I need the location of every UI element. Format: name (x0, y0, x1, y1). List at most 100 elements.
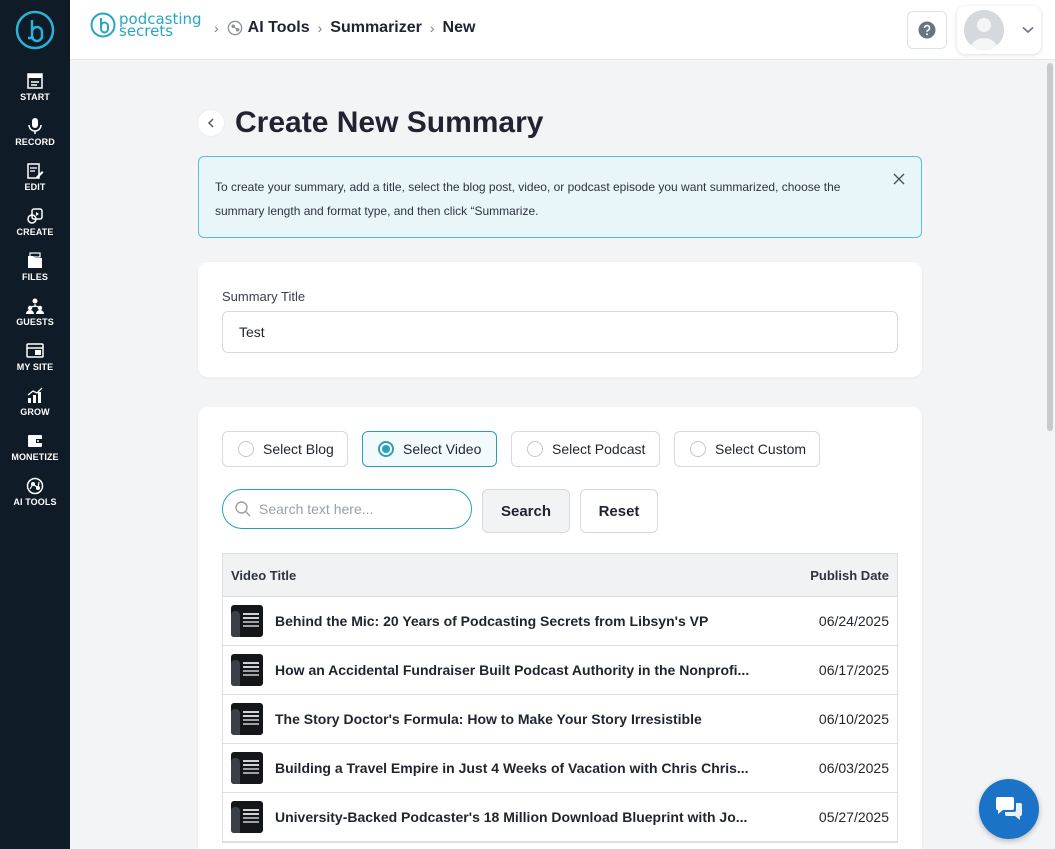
chat-icon (996, 797, 1022, 820)
help-icon (918, 21, 936, 39)
sidebar-item-label: CREATE (16, 227, 54, 237)
option-label: Select Blog (263, 441, 334, 457)
select-video-option[interactable]: Select Video (362, 431, 497, 467)
radio-indicator (238, 441, 254, 457)
video-title: The Story Doctor's Formula: How to Make … (275, 711, 702, 727)
publish-date: 06/10/2025 (818, 711, 889, 727)
sidebar-item-label: EDIT (24, 182, 46, 192)
chevron-right-icon: › (317, 20, 323, 36)
chevron-down-icon (1022, 26, 1034, 34)
option-label: Select Podcast (552, 441, 646, 457)
sidebar-item-guests[interactable]: GUESTS (0, 297, 70, 342)
sidebar-item-record[interactable]: RECORD (0, 117, 70, 162)
search-button[interactable]: Search (482, 489, 570, 533)
page-scrollbar[interactable] (1045, 60, 1055, 849)
sidebar-item-create[interactable]: CREATE (0, 207, 70, 252)
sidebar-item-monetize[interactable]: MONETIZE (0, 432, 70, 477)
publish-date: 06/17/2025 (818, 662, 889, 678)
sidebar-item-edit[interactable]: EDIT (0, 162, 70, 207)
breadcrumb: › AI Tools › Summarizer › New (206, 19, 475, 37)
sidebar-item-label: FILES (21, 272, 48, 282)
ai-tools-icon (227, 20, 243, 36)
ai-tools-icon (26, 477, 44, 495)
video-thumbnail (231, 605, 263, 637)
select-custom-option[interactable]: Select Custom (674, 431, 820, 467)
table-row[interactable]: How an Accidental Fundraiser Built Podca… (223, 646, 897, 695)
main-content: Create New Summary To create your summar… (70, 60, 1055, 849)
files-icon (28, 252, 42, 268)
start-icon (27, 73, 43, 89)
source-selection-card: Select Blog Select Video Select Podcast … (198, 407, 922, 849)
summary-title-label: Summary Title (222, 289, 306, 304)
create-icon (27, 208, 43, 224)
chat-button[interactable] (979, 779, 1039, 839)
summary-title-input[interactable] (222, 311, 898, 353)
publish-date: 06/03/2025 (818, 760, 889, 776)
radio-indicator (378, 441, 394, 457)
publish-date: 05/27/2025 (818, 809, 889, 825)
sidebar-item-label: AI TOOLS (13, 497, 57, 507)
column-header-video-title[interactable]: Video Title (231, 568, 296, 583)
video-thumbnail (231, 801, 263, 833)
radio-indicator (690, 441, 706, 457)
select-blog-option[interactable]: Select Blog (222, 431, 348, 467)
video-title: How an Accidental Fundraiser Built Podca… (275, 662, 750, 678)
info-banner: To create your summary, add a title, sel… (198, 156, 922, 238)
chevron-left-icon (207, 118, 214, 128)
column-header-publish-date[interactable]: Publish Date (810, 568, 889, 583)
video-thumbnail (231, 703, 263, 735)
avatar (964, 10, 1004, 50)
chevron-right-icon: › (214, 20, 219, 36)
breadcrumb-summarizer[interactable]: Summarizer (330, 19, 422, 37)
sidebar-item-start[interactable]: START (0, 72, 70, 117)
video-thumbnail (231, 654, 263, 686)
monetize-icon (28, 435, 43, 447)
option-label: Select Video (403, 441, 482, 457)
table-row[interactable]: Behind the Mic: 20 Years of Podcasting S… (223, 597, 897, 646)
chevron-right-icon: › (429, 20, 435, 36)
reset-button[interactable]: Reset (580, 489, 658, 533)
breadcrumb-new: New (442, 19, 476, 36)
table-row[interactable]: University-Backed Podcaster's 18 Million… (223, 793, 897, 842)
help-button[interactable] (907, 11, 947, 49)
page-title: Create New Summary (235, 106, 544, 139)
search-field[interactable] (222, 489, 472, 529)
my-site-icon (26, 343, 44, 358)
sidebar-item-ai-tools[interactable]: AI TOOLS (0, 477, 70, 522)
search-icon (235, 501, 251, 517)
video-title: Behind the Mic: 20 Years of Podcasting S… (275, 613, 709, 629)
app-logo-icon[interactable] (15, 10, 55, 50)
close-icon[interactable] (893, 173, 905, 185)
select-podcast-option[interactable]: Select Podcast (511, 431, 660, 467)
table-row[interactable]: The Story Doctor's Formula: How to Make … (223, 695, 897, 744)
user-menu[interactable] (957, 6, 1041, 54)
scrollbar-thumb[interactable] (1047, 63, 1053, 431)
brand-logo-icon (90, 12, 116, 38)
sidebar-item-label: START (20, 92, 50, 102)
search-input[interactable] (259, 501, 459, 517)
back-button[interactable] (198, 110, 224, 136)
sidebar-item-label: MONETIZE (11, 452, 59, 462)
table-header: Video Title Publish Date (223, 554, 897, 597)
sidebar-item-my-site[interactable]: MY SITE (0, 342, 70, 387)
option-label: Select Custom (715, 441, 807, 457)
breadcrumb-ai-tools[interactable]: AI Tools (248, 19, 310, 37)
sidebar-item-label: MY SITE (16, 362, 54, 372)
brand-logo[interactable]: podcasting secrets (90, 12, 202, 39)
sidebar-item-label: GROW (20, 407, 50, 417)
edit-icon (27, 163, 44, 179)
info-text: To create your summary, add a title, sel… (215, 180, 841, 218)
user-avatar-icon (964, 10, 1004, 50)
sidebar-item-files[interactable]: FILES (0, 252, 70, 297)
video-thumbnail (231, 752, 263, 784)
top-bar: podcasting secrets › AI Tools › Summariz… (70, 0, 1055, 60)
grow-icon (27, 387, 43, 403)
publish-date: 06/24/2025 (818, 613, 889, 629)
table-row[interactable]: Building a Travel Empire in Just 4 Weeks… (223, 744, 897, 793)
video-title: Building a Travel Empire in Just 4 Weeks… (275, 760, 749, 776)
video-title: University-Backed Podcaster's 18 Million… (275, 809, 748, 825)
sidebar: START RECORD EDIT CREATE FILES GUESTS MY… (0, 0, 70, 849)
video-table: Video Title Publish Date Behind the Mic:… (222, 553, 898, 843)
summary-title-card: Summary Title (198, 262, 922, 377)
sidebar-item-grow[interactable]: GROW (0, 387, 70, 432)
